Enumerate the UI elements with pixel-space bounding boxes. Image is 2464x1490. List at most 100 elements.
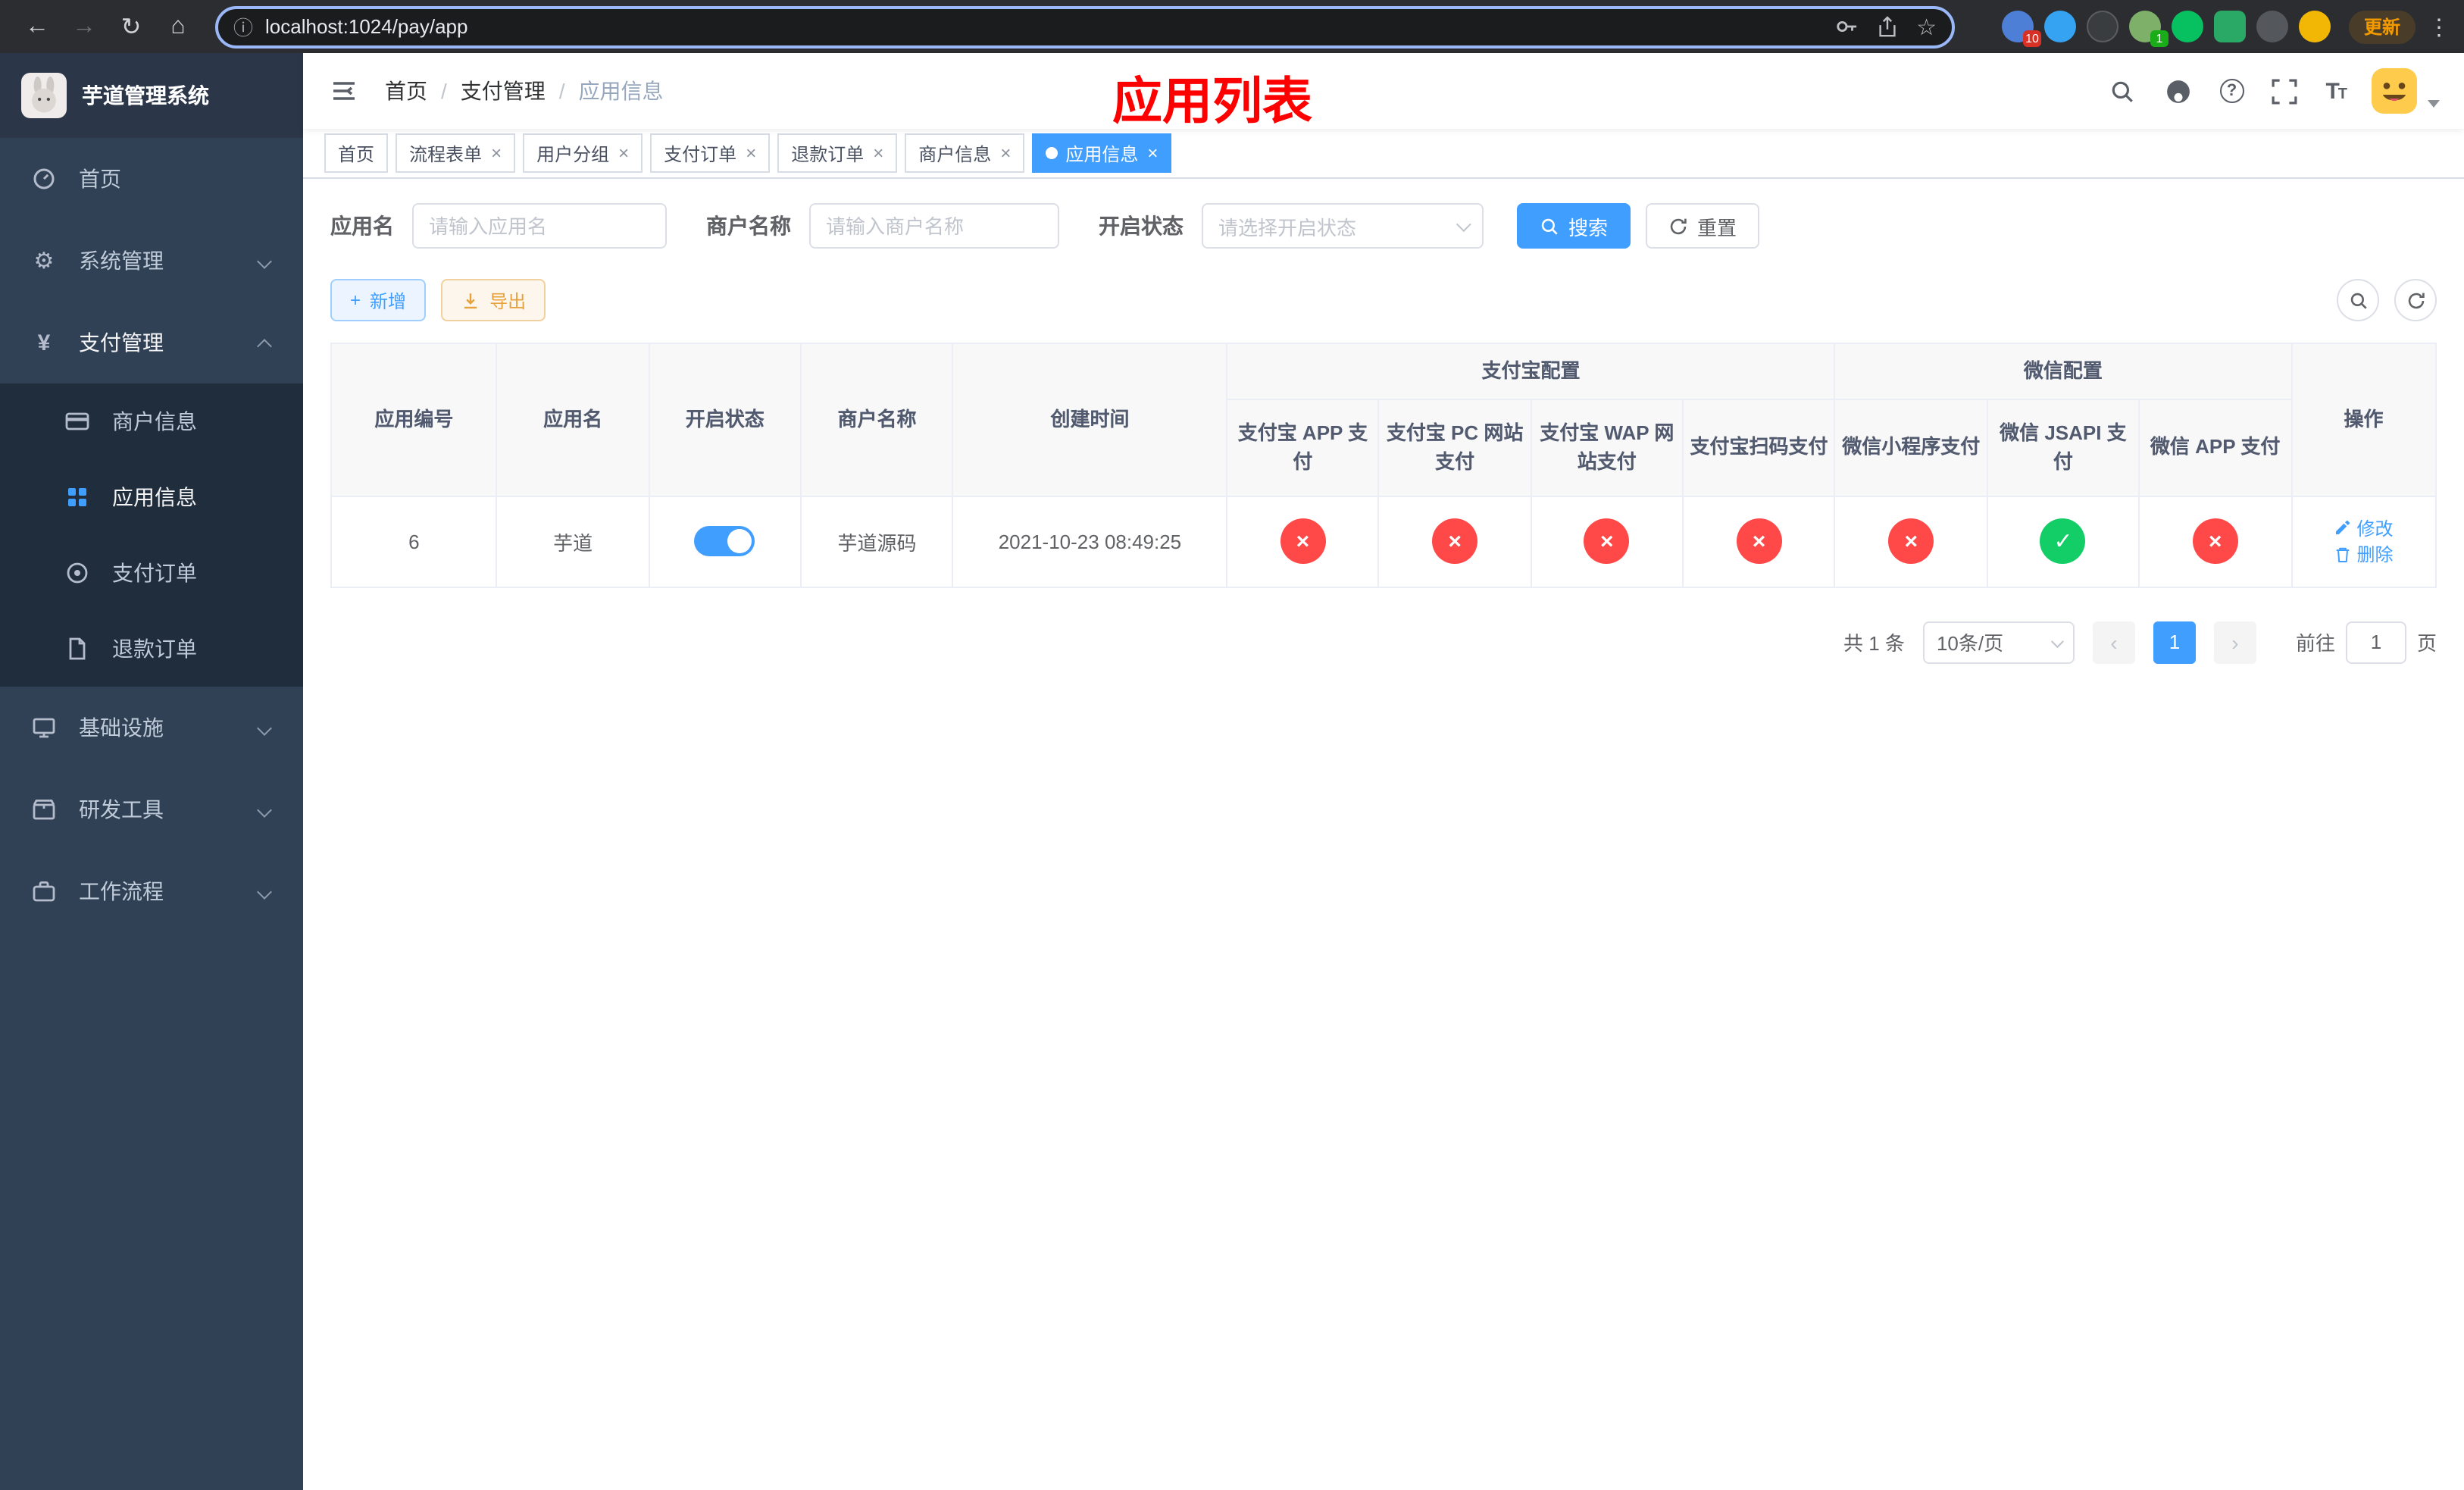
reload-icon[interactable]: ↻ bbox=[109, 5, 153, 49]
sidebar-item-infra[interactable]: 基础设施 bbox=[0, 687, 303, 768]
tab-user-group[interactable]: 用户分组 × bbox=[523, 133, 643, 173]
tab-label: 首页 bbox=[338, 143, 375, 164]
extension-icon-2[interactable] bbox=[2043, 11, 2076, 42]
tab-home[interactable]: 首页 bbox=[324, 133, 389, 173]
search-button[interactable]: 搜索 bbox=[1517, 203, 1631, 249]
sidebar-item-workflow[interactable]: 工作流程 bbox=[0, 850, 303, 932]
chevron-down-icon bbox=[1456, 216, 1471, 232]
edit-link[interactable]: 修改 bbox=[2334, 515, 2394, 540]
merchant-name-input[interactable] bbox=[809, 203, 1059, 249]
app-title: 芋道管理系统 bbox=[82, 83, 209, 108]
close-icon[interactable]: × bbox=[1147, 142, 1158, 164]
col-merchant-name: 商户名称 bbox=[800, 343, 954, 496]
close-icon[interactable]: × bbox=[873, 142, 883, 164]
extension-icon-8[interactable] bbox=[2298, 11, 2331, 42]
close-icon[interactable]: × bbox=[491, 142, 502, 164]
hamburger-icon[interactable] bbox=[327, 74, 361, 108]
sidebar-item-merchant-info[interactable]: 商户信息 bbox=[0, 383, 303, 459]
forward-icon[interactable]: → bbox=[62, 5, 106, 49]
close-icon[interactable]: × bbox=[746, 142, 756, 164]
browser-update-button[interactable]: 更新 bbox=[2348, 10, 2416, 43]
next-page-button[interactable]: › bbox=[2213, 621, 2256, 663]
col-wechat-app: 微信 APP 支付 bbox=[2138, 398, 2293, 496]
reset-button[interactable]: 重置 bbox=[1646, 203, 1760, 249]
page-size-select[interactable]: 10条/页 bbox=[1922, 621, 2075, 663]
extension-icon-7[interactable] bbox=[2256, 11, 2288, 42]
plus-icon: + bbox=[350, 290, 361, 311]
browser-menu-icon[interactable]: ⋮ bbox=[2419, 7, 2450, 46]
refresh-button[interactable] bbox=[2394, 279, 2437, 321]
sidebar-item-app-info[interactable]: 应用信息 bbox=[0, 459, 303, 535]
extensions-strip: 10 1 bbox=[2001, 11, 2331, 47]
sidebar-item-system[interactable]: ⚙ 系统管理 bbox=[0, 220, 303, 302]
sidebar-item-home[interactable]: 首页 bbox=[0, 138, 303, 220]
col-app-id: 应用编号 bbox=[330, 343, 498, 496]
chevron-down-icon bbox=[2050, 634, 2064, 648]
avatar[interactable] bbox=[2372, 68, 2417, 114]
fullscreen-icon[interactable] bbox=[2269, 76, 2300, 106]
tab-label: 应用信息 bbox=[1065, 143, 1139, 164]
app-table: 应用编号 应用名 开启状态 商户名称 创建时间 支付宝配置 微信配置 操作 支付… bbox=[330, 343, 2437, 587]
tab-app-info[interactable]: 应用信息 × bbox=[1032, 133, 1172, 173]
bookmark-star-icon[interactable]: ☆ bbox=[1916, 13, 1937, 40]
app-name-label: 应用名 bbox=[330, 214, 394, 238]
sidebar-item-dev-tools[interactable]: 研发工具 bbox=[0, 768, 303, 850]
tab-refund-order[interactable]: 退款订单 × bbox=[777, 133, 898, 173]
delete-link[interactable]: 删除 bbox=[2334, 541, 2394, 567]
share-icon[interactable] bbox=[1875, 15, 1898, 38]
status-select[interactable]: 请选择开启状态 bbox=[1202, 203, 1484, 249]
extension-icon-1[interactable]: 10 bbox=[2001, 11, 2041, 47]
sidebar-item-payment[interactable]: ¥ 支付管理 bbox=[0, 302, 303, 383]
export-button-label: 导出 bbox=[489, 290, 527, 311]
status-toggle[interactable] bbox=[694, 526, 755, 556]
extension-icon-4[interactable]: 1 bbox=[2128, 11, 2169, 47]
goto-page-input[interactable] bbox=[2345, 621, 2406, 663]
status-cross-icon: × bbox=[1280, 518, 1326, 564]
sidebar-item-refund-order[interactable]: 退款订单 bbox=[0, 611, 303, 687]
tab-pay-order[interactable]: 支付订单 × bbox=[650, 133, 771, 173]
toggle-search-button[interactable] bbox=[2337, 279, 2379, 321]
export-button[interactable]: 导出 bbox=[441, 279, 546, 321]
pagination-total: 共 1 条 bbox=[1843, 632, 1905, 655]
github-icon[interactable] bbox=[2163, 76, 2194, 106]
site-info-icon[interactable]: ⓘ bbox=[233, 12, 253, 41]
breadcrumb-payment[interactable]: 支付管理 bbox=[461, 76, 546, 106]
app-name-input[interactable] bbox=[412, 203, 667, 249]
chevron-down-icon bbox=[257, 253, 272, 268]
tags-view-bar: 首页 流程表单 × 用户分组 × 支付订单 × 退款订单 × 商户信息 × 应用… bbox=[303, 129, 2464, 179]
filter-form: 应用名 商户名称 开启状态 请选择开启状态 bbox=[330, 203, 2437, 249]
font-size-icon[interactable]: TT bbox=[2325, 78, 2347, 104]
merchant-name-label: 商户名称 bbox=[706, 214, 791, 238]
extension-icon-5[interactable] bbox=[2171, 11, 2203, 42]
tab-flow-form[interactable]: 流程表单 × bbox=[396, 133, 516, 173]
status-cross-icon: × bbox=[2192, 518, 2238, 564]
add-button[interactable]: + 新增 bbox=[330, 279, 427, 321]
monitor-icon bbox=[30, 714, 58, 741]
sidebar-item-label: 研发工具 bbox=[79, 797, 164, 822]
tab-merchant-info[interactable]: 商户信息 × bbox=[905, 133, 1025, 173]
sidebar-item-pay-order[interactable]: 支付订单 bbox=[0, 535, 303, 611]
back-icon[interactable]: ← bbox=[15, 5, 59, 49]
col-alipay-app: 支付宝 APP 支付 bbox=[1226, 398, 1380, 496]
prev-page-button[interactable]: ‹ bbox=[2092, 621, 2135, 663]
close-icon[interactable]: × bbox=[1000, 142, 1011, 164]
url-text[interactable]: localhost:1024/pay/app bbox=[265, 15, 1822, 38]
tab-label: 支付订单 bbox=[664, 143, 737, 164]
address-bar[interactable]: ⓘ localhost:1024/pay/app ☆ bbox=[215, 5, 1955, 48]
col-alipay-wap: 支付宝 WAP 网站支付 bbox=[1530, 398, 1684, 496]
search-button-label: 搜索 bbox=[1568, 216, 1609, 239]
close-icon[interactable]: × bbox=[618, 142, 629, 164]
extension-icon-6[interactable] bbox=[2213, 11, 2246, 42]
search-icon[interactable] bbox=[2107, 76, 2137, 106]
caret-down-icon[interactable] bbox=[2428, 100, 2440, 108]
home-icon[interactable]: ⌂ bbox=[156, 5, 200, 49]
extension-icon-3[interactable] bbox=[2086, 11, 2118, 42]
status-cross-icon: × bbox=[1432, 518, 1478, 564]
status-select-placeholder: 请选择开启状态 bbox=[1218, 216, 1357, 239]
breadcrumb-home[interactable]: 首页 bbox=[385, 76, 427, 106]
password-key-icon[interactable] bbox=[1834, 15, 1857, 38]
sidebar-item-label: 商户信息 bbox=[112, 409, 197, 434]
page-number-button[interactable]: 1 bbox=[2153, 621, 2196, 663]
gear-icon: ⚙ bbox=[33, 249, 55, 274]
help-icon[interactable]: ? bbox=[2219, 79, 2244, 103]
